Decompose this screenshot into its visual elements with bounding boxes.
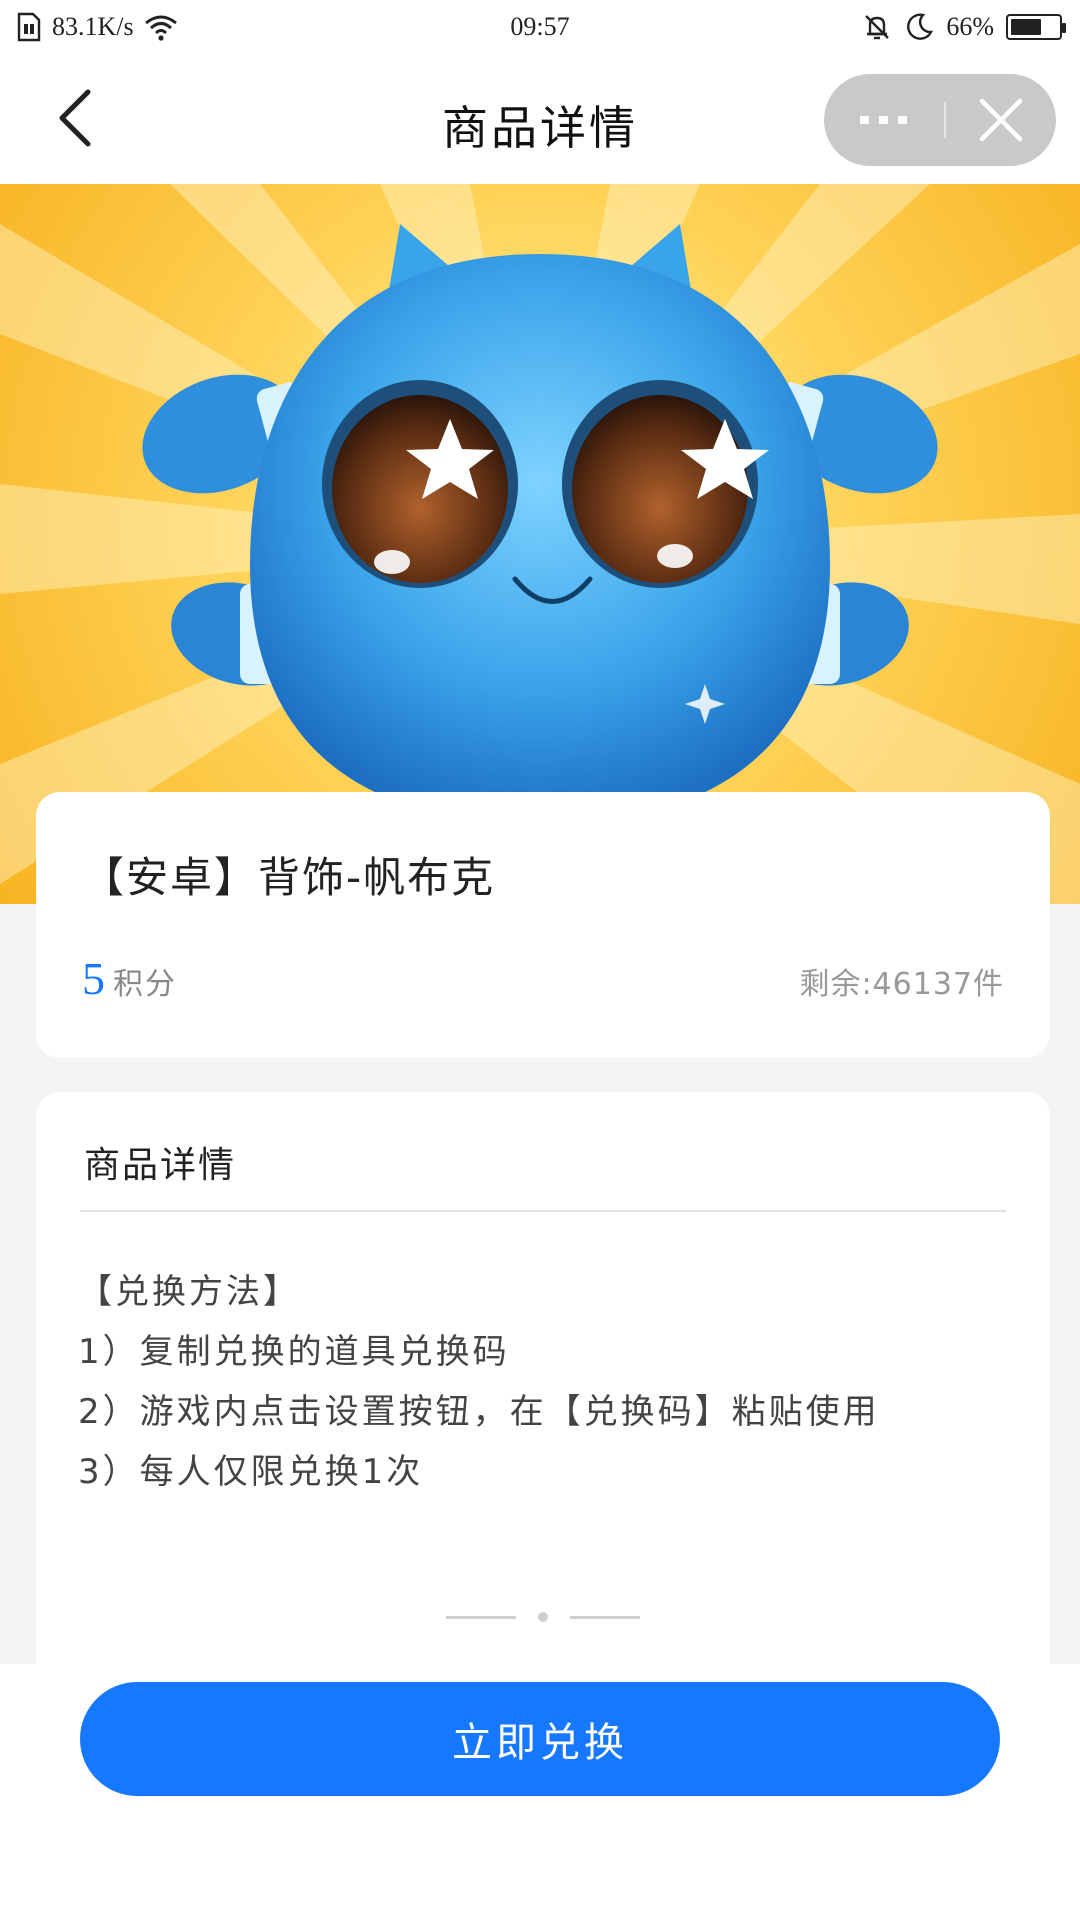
- pager-indicator: [36, 1612, 1050, 1622]
- close-icon: [979, 98, 1023, 142]
- details-line: 1）复制兑换的道具兑换码: [78, 1332, 510, 1372]
- status-right: 66%: [862, 0, 1066, 54]
- product-name: 【安卓】背饰-帆布克: [82, 853, 496, 902]
- pager-dot: [538, 1612, 548, 1622]
- battery-icon: [1006, 14, 1066, 40]
- status-time: 09:57: [510, 12, 570, 41]
- stock-remaining: 剩余:46137件: [799, 967, 1004, 1002]
- nav-header: 商品详情: [0, 54, 1080, 184]
- moon-icon: [907, 13, 934, 40]
- close-button[interactable]: [946, 74, 1056, 166]
- details-line: 【兑换方法】: [78, 1272, 300, 1312]
- details-card: 商品详情 【兑换方法】 1）复制兑换的道具兑换码 2）游戏内点击设置按钮，在【兑…: [36, 1092, 1050, 1664]
- battery-level: [1011, 19, 1042, 35]
- details-body: 【兑换方法】 1）复制兑换的道具兑换码 2）游戏内点击设置按钮，在【兑换码】粘贴…: [78, 1262, 880, 1502]
- mini-program-capsule: [824, 74, 1056, 166]
- points-price: 5 积分: [82, 952, 177, 1005]
- details-line: 3）每人仅限兑换1次: [78, 1452, 424, 1492]
- wifi-icon: [144, 15, 177, 41]
- product-info-card: 【安卓】背饰-帆布克 5 积分 剩余:46137件: [36, 792, 1050, 1058]
- pager-bar: [446, 1615, 516, 1619]
- points-value: 5: [82, 953, 105, 1004]
- details-line: 2）游戏内点击设置按钮，在【兑换码】粘贴使用: [78, 1392, 880, 1432]
- more-dots-icon: [860, 116, 907, 124]
- points-unit: 积分: [113, 967, 177, 1002]
- details-title: 商品详情: [84, 1145, 237, 1186]
- bottom-action-bar: 立即兑换: [0, 1664, 1080, 1920]
- bell-muted-icon: [865, 15, 890, 40]
- status-bar: 83.1K/s 09:57 66%: [0, 0, 1080, 54]
- redeem-button[interactable]: 立即兑换: [80, 1682, 1000, 1796]
- pager-bar: [570, 1615, 640, 1619]
- status-left: 83.1K/s: [16, 12, 178, 42]
- details-divider: [80, 1210, 1006, 1212]
- battery-percent: 66%: [946, 12, 994, 41]
- network-speed: 83.1K/s: [52, 12, 134, 41]
- sim-card-icon: [17, 12, 41, 42]
- price-row: 5 积分 剩余:46137件: [82, 952, 1004, 1005]
- more-button[interactable]: [824, 74, 944, 166]
